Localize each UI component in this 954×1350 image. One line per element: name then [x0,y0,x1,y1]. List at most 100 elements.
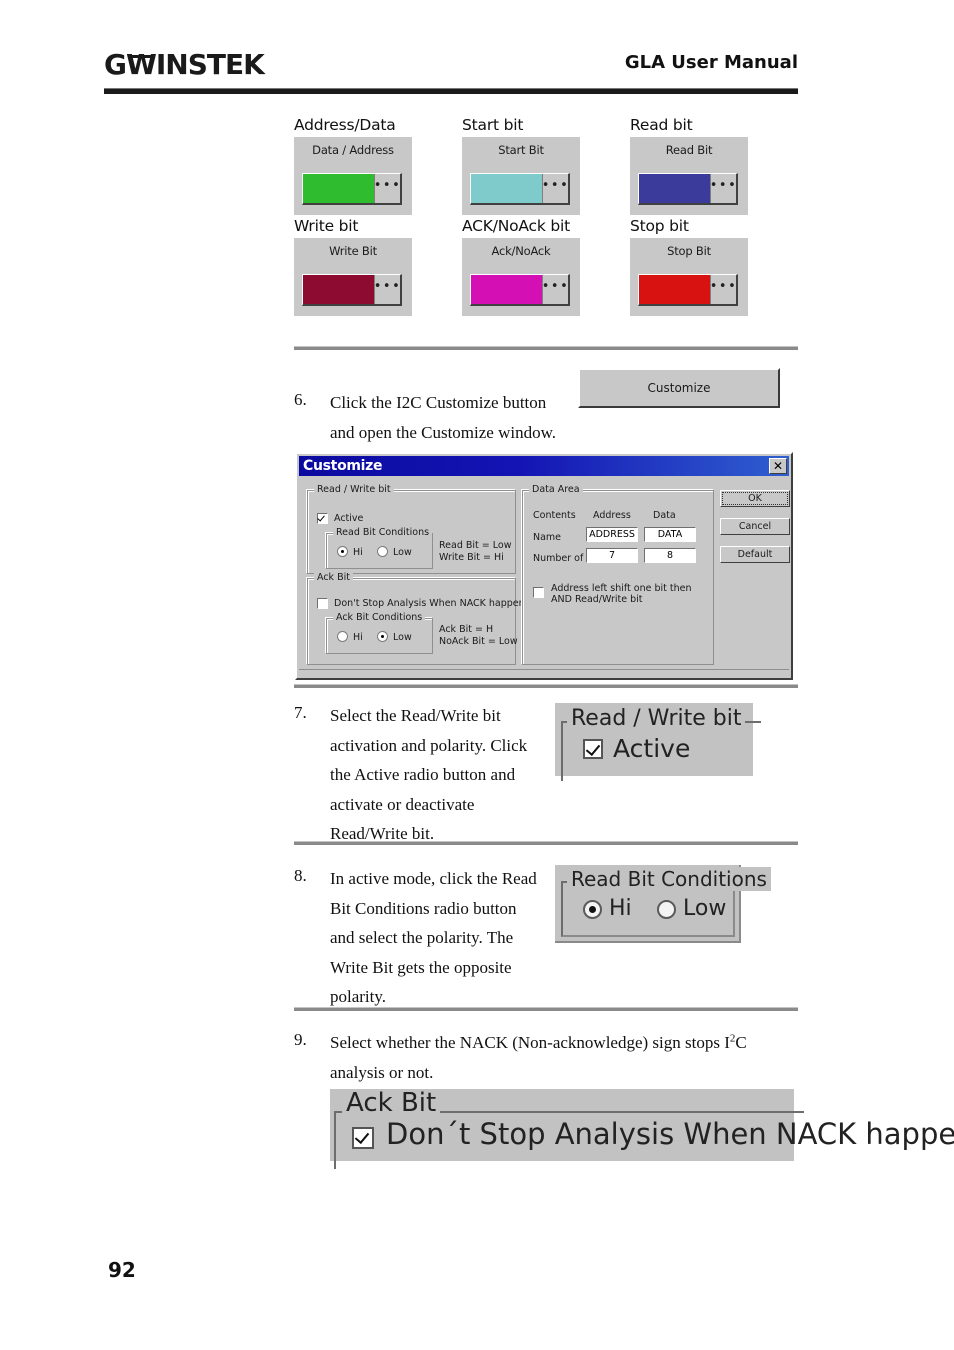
ack-bit-hi-radio[interactable] [337,631,348,642]
read-bit-hi-label: Hi [353,547,363,558]
color-picker-write-bit[interactable]: ••• [302,274,402,306]
swatch-caption: Stop bit [630,217,689,235]
dialog-status-strip [299,669,789,676]
address-bits-input[interactable]: 7 [586,548,638,563]
name-row-label: Name [533,532,562,543]
ack-bit-group: Ack Bit Don't Stop Analysis When NACK ha… [307,572,525,665]
page-number: 92 [108,1258,136,1282]
address-left-shift-checkbox[interactable] [533,587,544,598]
dont-stop-analysis-label: Don't Stop Analysis When NACK happen [334,598,525,609]
swatch-caption: ACK/NoAck bit [462,217,570,235]
step-7-number: 7. [294,703,307,722]
color-picker-address-data[interactable]: ••• [302,173,402,205]
dialog-body: Read / Write bit Active Read Bit Conditi… [297,476,791,678]
address-left-shift-label-line-2: AND Read/Write bit [551,594,643,605]
read-write-bit-figure: Read / Write bit Active [555,703,761,781]
read-bit-hi-radio-figure[interactable] [583,900,602,919]
ack-bit-note-line-2: NoAck Bit = Low [439,636,518,647]
step-8-number: 8. [294,866,307,885]
read-bit-conditions-legend: Read Bit Conditions [333,527,433,539]
panel-title: Data / Address [312,143,394,157]
data-area-group: Data Area Contents Address Data Name ADD… [522,484,714,665]
swatch-cell-read-bit: Read bit Read Bit ••• [630,114,798,215]
step-7-text: Select the Read/Write bit activation and… [330,706,528,843]
color-panel-stop-bit: Stop Bit ••• [630,238,748,316]
color-swatch [639,275,710,304]
section-divider-4 [294,1007,798,1011]
read-bit-low-radio[interactable] [377,546,388,557]
read-bit-hi-label-figure: Hi [609,896,632,921]
dialog-title: Customize [303,458,383,474]
ok-button[interactable]: OK [720,490,790,507]
read-bit-low-radio-figure[interactable] [657,900,676,919]
data-name-input[interactable]: DATA [644,527,696,542]
swatch-cell-address-data: Address/Data Data / Address ••• [294,114,462,215]
gw-instek-logo: GWINSTEK [104,48,265,81]
color-picker-ack-noack-bit[interactable]: ••• [470,274,570,306]
color-swatch [639,174,710,203]
browse-ellipsis-button[interactable]: ••• [374,275,400,304]
read-write-bit-group: Read / Write bit Active Read Bit Conditi… [307,484,516,574]
color-picker-start-bit[interactable]: ••• [470,173,570,205]
browse-ellipsis-button[interactable]: ••• [542,174,568,203]
swatch-cell-ack-noack-bit: ACK/NoAck bit Ack/NoAck ••• [462,215,630,316]
close-icon[interactable]: ✕ [769,458,787,474]
read-bit-hi-radio[interactable] [337,546,348,557]
browse-ellipsis-button[interactable]: ••• [374,174,400,203]
swatch-row: Write bit Write Bit ••• ACK/NoAck bit Ac… [294,215,798,316]
read-bit-note-line-2: Write Bit = Hi [439,552,504,563]
color-swatch [303,174,374,203]
read-bit-conditions-figure: Read Bit Conditions Hi Low [555,865,771,943]
browse-ellipsis-button[interactable]: ••• [710,174,736,203]
color-swatch [471,174,542,203]
step-9-text: Select whether the NACK (Non-acknowledge… [330,1028,800,1087]
customize-button-figure[interactable]: Customize [578,368,780,408]
browse-ellipsis-button[interactable]: ••• [710,275,736,304]
step-8-text: In active mode, click the Read Bit Condi… [330,869,537,1006]
panel-title: Start Bit [498,143,544,157]
logo-g: G [104,48,127,81]
color-picker-read-bit[interactable]: ••• [638,173,738,205]
header-divider [104,88,798,94]
color-picker-stop-bit[interactable]: ••• [638,274,738,306]
color-panel-ack-noack-bit: Ack/NoAck ••• [462,238,580,316]
color-swatch-section: Address/Data Data / Address ••• Start bi… [294,114,798,316]
swatch-cell-write-bit: Write bit Write Bit ••• [294,215,462,316]
dont-stop-analysis-checkbox-figure[interactable] [352,1127,374,1149]
step-9-text-part-1: Select whether the NACK (Non-acknowledge… [330,1033,730,1052]
section-divider-2 [294,684,798,688]
read-bit-conditions-figure-legend: Read Bit Conditions [567,867,771,891]
cancel-button[interactable]: Cancel [720,518,790,535]
section-divider-3 [294,841,798,845]
logo-instek: INSTEK [155,48,265,81]
ack-bit-low-radio[interactable] [377,631,388,642]
ack-bit-conditions-legend: Ack Bit Conditions [333,612,426,624]
color-swatch [471,275,542,304]
color-swatch [303,275,374,304]
read-bit-low-label: Low [393,547,412,558]
dialog-titlebar[interactable]: Customize ✕ [299,456,789,476]
ack-bit-hi-label: Hi [353,632,363,643]
ack-bit-low-label: Low [393,632,412,643]
browse-ellipsis-button[interactable]: ••• [542,275,568,304]
read-write-bit-legend: Read / Write bit [314,484,394,496]
panel-title: Write Bit [329,244,377,258]
default-button[interactable]: Default [720,546,790,563]
dont-stop-analysis-label-figure: Don´t Stop Analysis When NACK happer [386,1117,954,1151]
color-panel-write-bit: Write Bit ••• [294,238,412,316]
color-panel-start-bit: Start Bit ••• [462,137,580,215]
address-name-input[interactable]: ADDRESS [586,527,638,542]
section-divider-1 [294,346,798,350]
data-bits-input[interactable]: 8 [644,548,696,563]
ack-bit-figure-legend: Ack Bit [342,1090,441,1116]
ack-bit-figure: Ack Bit Don´t Stop Analysis When NACK ha… [330,1089,954,1169]
step-9-number: 9. [294,1030,307,1049]
ack-bit-conditions-group: Ack Bit Conditions Hi Low [326,612,433,654]
color-panel-read-bit: Read Bit ••• [630,137,748,215]
active-checkbox-figure[interactable] [583,739,603,759]
swatch-caption: Start bit [462,116,524,134]
active-checkbox[interactable] [317,513,328,524]
active-label: Active [334,513,364,524]
swatch-caption: Write bit [294,217,359,235]
dont-stop-analysis-checkbox[interactable] [317,598,328,609]
